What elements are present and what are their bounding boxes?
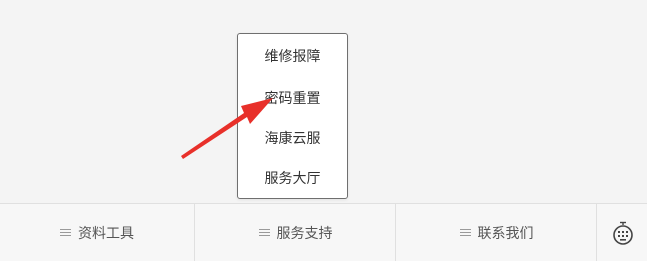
menu-item-password-reset[interactable]: 密码重置 [238,79,347,119]
tab-label: 资料工具 [78,225,134,242]
menu-item-repair-report[interactable]: 维修报障 [238,37,347,77]
popup-menu: 维修报障 密码重置 海康云服 服务大厅 [237,33,348,199]
menu-lines-icon [258,228,270,237]
bottom-tab-bar: 资料工具 服务支持 联系我们 [0,203,647,261]
menu-item-hikvision-cloud-service[interactable]: 海康云服 [238,119,347,159]
tab-contact-us[interactable]: 联系我们 [395,204,597,261]
menu-item-service-hall[interactable]: 服务大厅 [238,159,347,199]
keyboard-icon [612,221,633,245]
tab-label: 服务支持 [276,225,333,242]
tab-label: 联系我们 [477,225,534,242]
tab-documents-tools[interactable]: 资料工具 [0,204,194,261]
tab-service-support[interactable]: 服务支持 [194,204,396,261]
menu-lines-icon [60,228,71,237]
menu-lines-icon [459,228,471,237]
keyboard-toggle-button[interactable] [596,204,647,261]
